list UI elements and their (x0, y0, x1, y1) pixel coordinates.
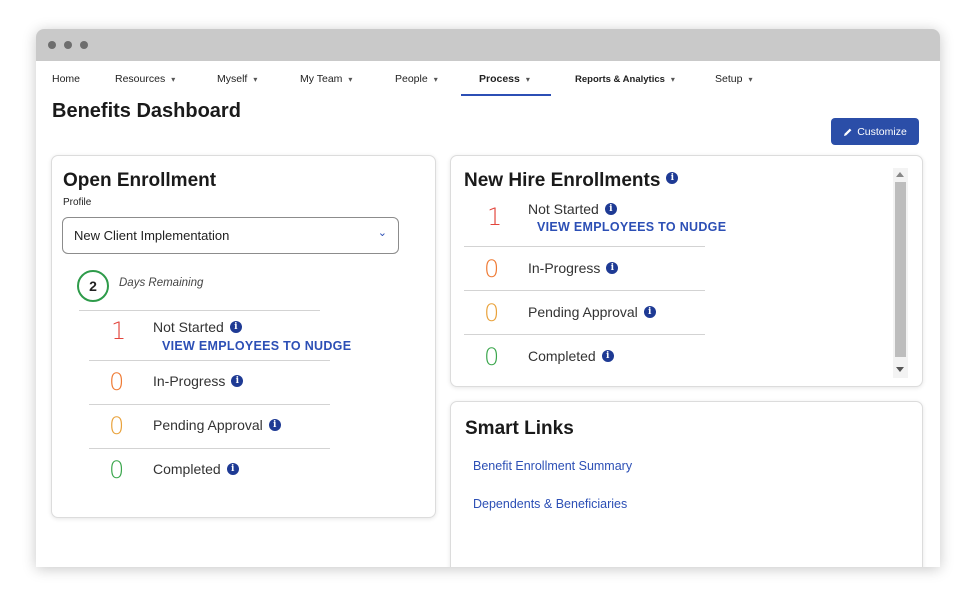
new-hire-enrollments-title: New Hire Enrollments (464, 170, 661, 191)
divider (79, 310, 320, 311)
window-close-dot[interactable] (48, 41, 56, 49)
chevron-down-icon: ▾ (670, 75, 675, 84)
dependents-beneficiaries-link[interactable]: Dependents & Beneficiaries (473, 497, 627, 511)
pencil-icon (844, 128, 852, 136)
profile-select-value: New Client Implementation (74, 228, 230, 243)
days-remaining-badge: 2 (77, 270, 109, 302)
chevron-down-icon: ⌄ (377, 227, 387, 239)
info-icon[interactable]: i (601, 350, 614, 362)
nh-completed-row: Completed i (528, 348, 614, 364)
nh-in-progress-count: 0 (484, 255, 500, 283)
customize-label: Customize (857, 125, 907, 138)
page-title: Benefits Dashboard (52, 100, 241, 122)
divider (464, 290, 705, 291)
nav-item-resources[interactable]: Resources ▾ (115, 73, 175, 85)
nav-item-label: Setup (715, 73, 743, 85)
profile-select[interactable]: New Client Implementation ⌄ (62, 217, 399, 254)
nh-in-progress-row: In-Progress i (528, 260, 619, 276)
profile-label: Profile (63, 197, 92, 208)
new-hire-enrollments-header: New Hire Enrollments i (464, 170, 679, 192)
info-icon[interactable]: i (231, 375, 244, 387)
oe-completed-row: Completed i (153, 461, 239, 477)
divider (464, 246, 705, 247)
nav-item-label: People (395, 73, 428, 85)
scrollbar-thumb[interactable] (895, 182, 906, 357)
window-zoom-dot[interactable] (80, 41, 88, 49)
oe-completed-label: Completed (153, 461, 221, 477)
nh-pending-approval-row: Pending Approval i (528, 304, 656, 320)
nh-not-started-label: Not Started (528, 201, 599, 217)
info-icon[interactable]: i (604, 203, 617, 215)
oe-not-started-count: 1 (111, 317, 127, 345)
smart-links-title: Smart Links (465, 418, 574, 439)
nav-item-label: Reports & Analytics (575, 74, 665, 85)
nh-in-progress-label: In-Progress (528, 260, 601, 276)
nav-item-process[interactable]: Process ▾ (479, 73, 530, 85)
info-icon[interactable]: i (268, 419, 281, 431)
oe-pending-approval-count: 0 (109, 412, 125, 440)
top-navigation: Home Resources ▾ Myself ▾ My Team ▾ People ▾… (36, 61, 940, 99)
scroll-down-icon[interactable] (896, 367, 904, 372)
customize-button[interactable]: Customize (831, 118, 919, 145)
nav-item-myself[interactable]: Myself ▾ (217, 73, 257, 85)
chevron-down-icon: ▾ (253, 75, 258, 84)
oe-completed-count: 0 (109, 456, 125, 484)
oe-not-started-row: Not Started i (153, 319, 242, 335)
nh-completed-label: Completed (528, 348, 596, 364)
nh-pending-approval-count: 0 (484, 299, 500, 327)
window-titlebar (36, 29, 940, 61)
new-hire-scrollbar[interactable] (893, 168, 908, 378)
nav-item-reports-analytics[interactable]: Reports & Analytics ▾ (575, 74, 675, 85)
chevron-down-icon: ▾ (348, 75, 353, 84)
benefit-enrollment-summary-link[interactable]: Benefit Enrollment Summary (473, 459, 632, 473)
nav-item-label: Process (479, 73, 520, 85)
info-icon[interactable]: i (606, 262, 619, 274)
active-tab-indicator (461, 94, 551, 96)
oe-in-progress-row: In-Progress i (153, 373, 244, 389)
nav-item-label: Home (52, 73, 81, 85)
info-icon[interactable]: i (226, 463, 239, 475)
divider (89, 448, 330, 449)
chevron-down-icon: ▾ (171, 75, 176, 84)
divider (464, 334, 705, 335)
nh-view-employees-to-nudge-link[interactable]: VIEW EMPLOYEES TO NUDGE (537, 220, 726, 234)
divider (89, 360, 330, 361)
days-remaining-label: Days Remaining (119, 277, 204, 289)
oe-in-progress-count: 0 (109, 368, 125, 396)
oe-pending-approval-row: Pending Approval i (153, 417, 281, 433)
nav-item-label: Resources (115, 73, 166, 85)
info-icon[interactable]: i (643, 306, 656, 318)
nav-item-people[interactable]: People ▾ (395, 73, 438, 85)
nav-item-home[interactable]: Home (52, 73, 80, 85)
oe-view-employees-to-nudge-link[interactable]: VIEW EMPLOYEES TO NUDGE (162, 339, 351, 353)
open-enrollment-title: Open Enrollment (63, 170, 217, 191)
nh-pending-approval-label: Pending Approval (528, 304, 638, 320)
chevron-down-icon: ▾ (525, 75, 530, 84)
browser-window: Home Resources ▾ Myself ▾ My Team ▾ People ▾… (36, 29, 940, 567)
nav-item-my-team[interactable]: My Team ▾ (300, 73, 352, 85)
days-remaining-count: 2 (89, 278, 97, 294)
chevron-down-icon: ▾ (748, 75, 753, 84)
scroll-up-icon[interactable] (896, 172, 904, 177)
chevron-down-icon: ▾ (433, 75, 438, 84)
window-minimize-dot[interactable] (64, 41, 72, 49)
oe-in-progress-label: In-Progress (153, 373, 226, 389)
nav-item-label: Myself (217, 73, 248, 85)
nav-item-setup[interactable]: Setup ▾ (715, 73, 752, 85)
oe-not-started-label: Not Started (153, 319, 224, 335)
nh-not-started-count: 1 (487, 203, 503, 231)
nh-completed-count: 0 (484, 343, 500, 371)
info-icon[interactable]: i (229, 321, 242, 333)
divider (89, 404, 330, 405)
nav-item-label: My Team (300, 73, 343, 85)
info-icon[interactable]: i (666, 172, 679, 184)
oe-pending-approval-label: Pending Approval (153, 417, 263, 433)
nh-not-started-row: Not Started i (528, 201, 617, 217)
